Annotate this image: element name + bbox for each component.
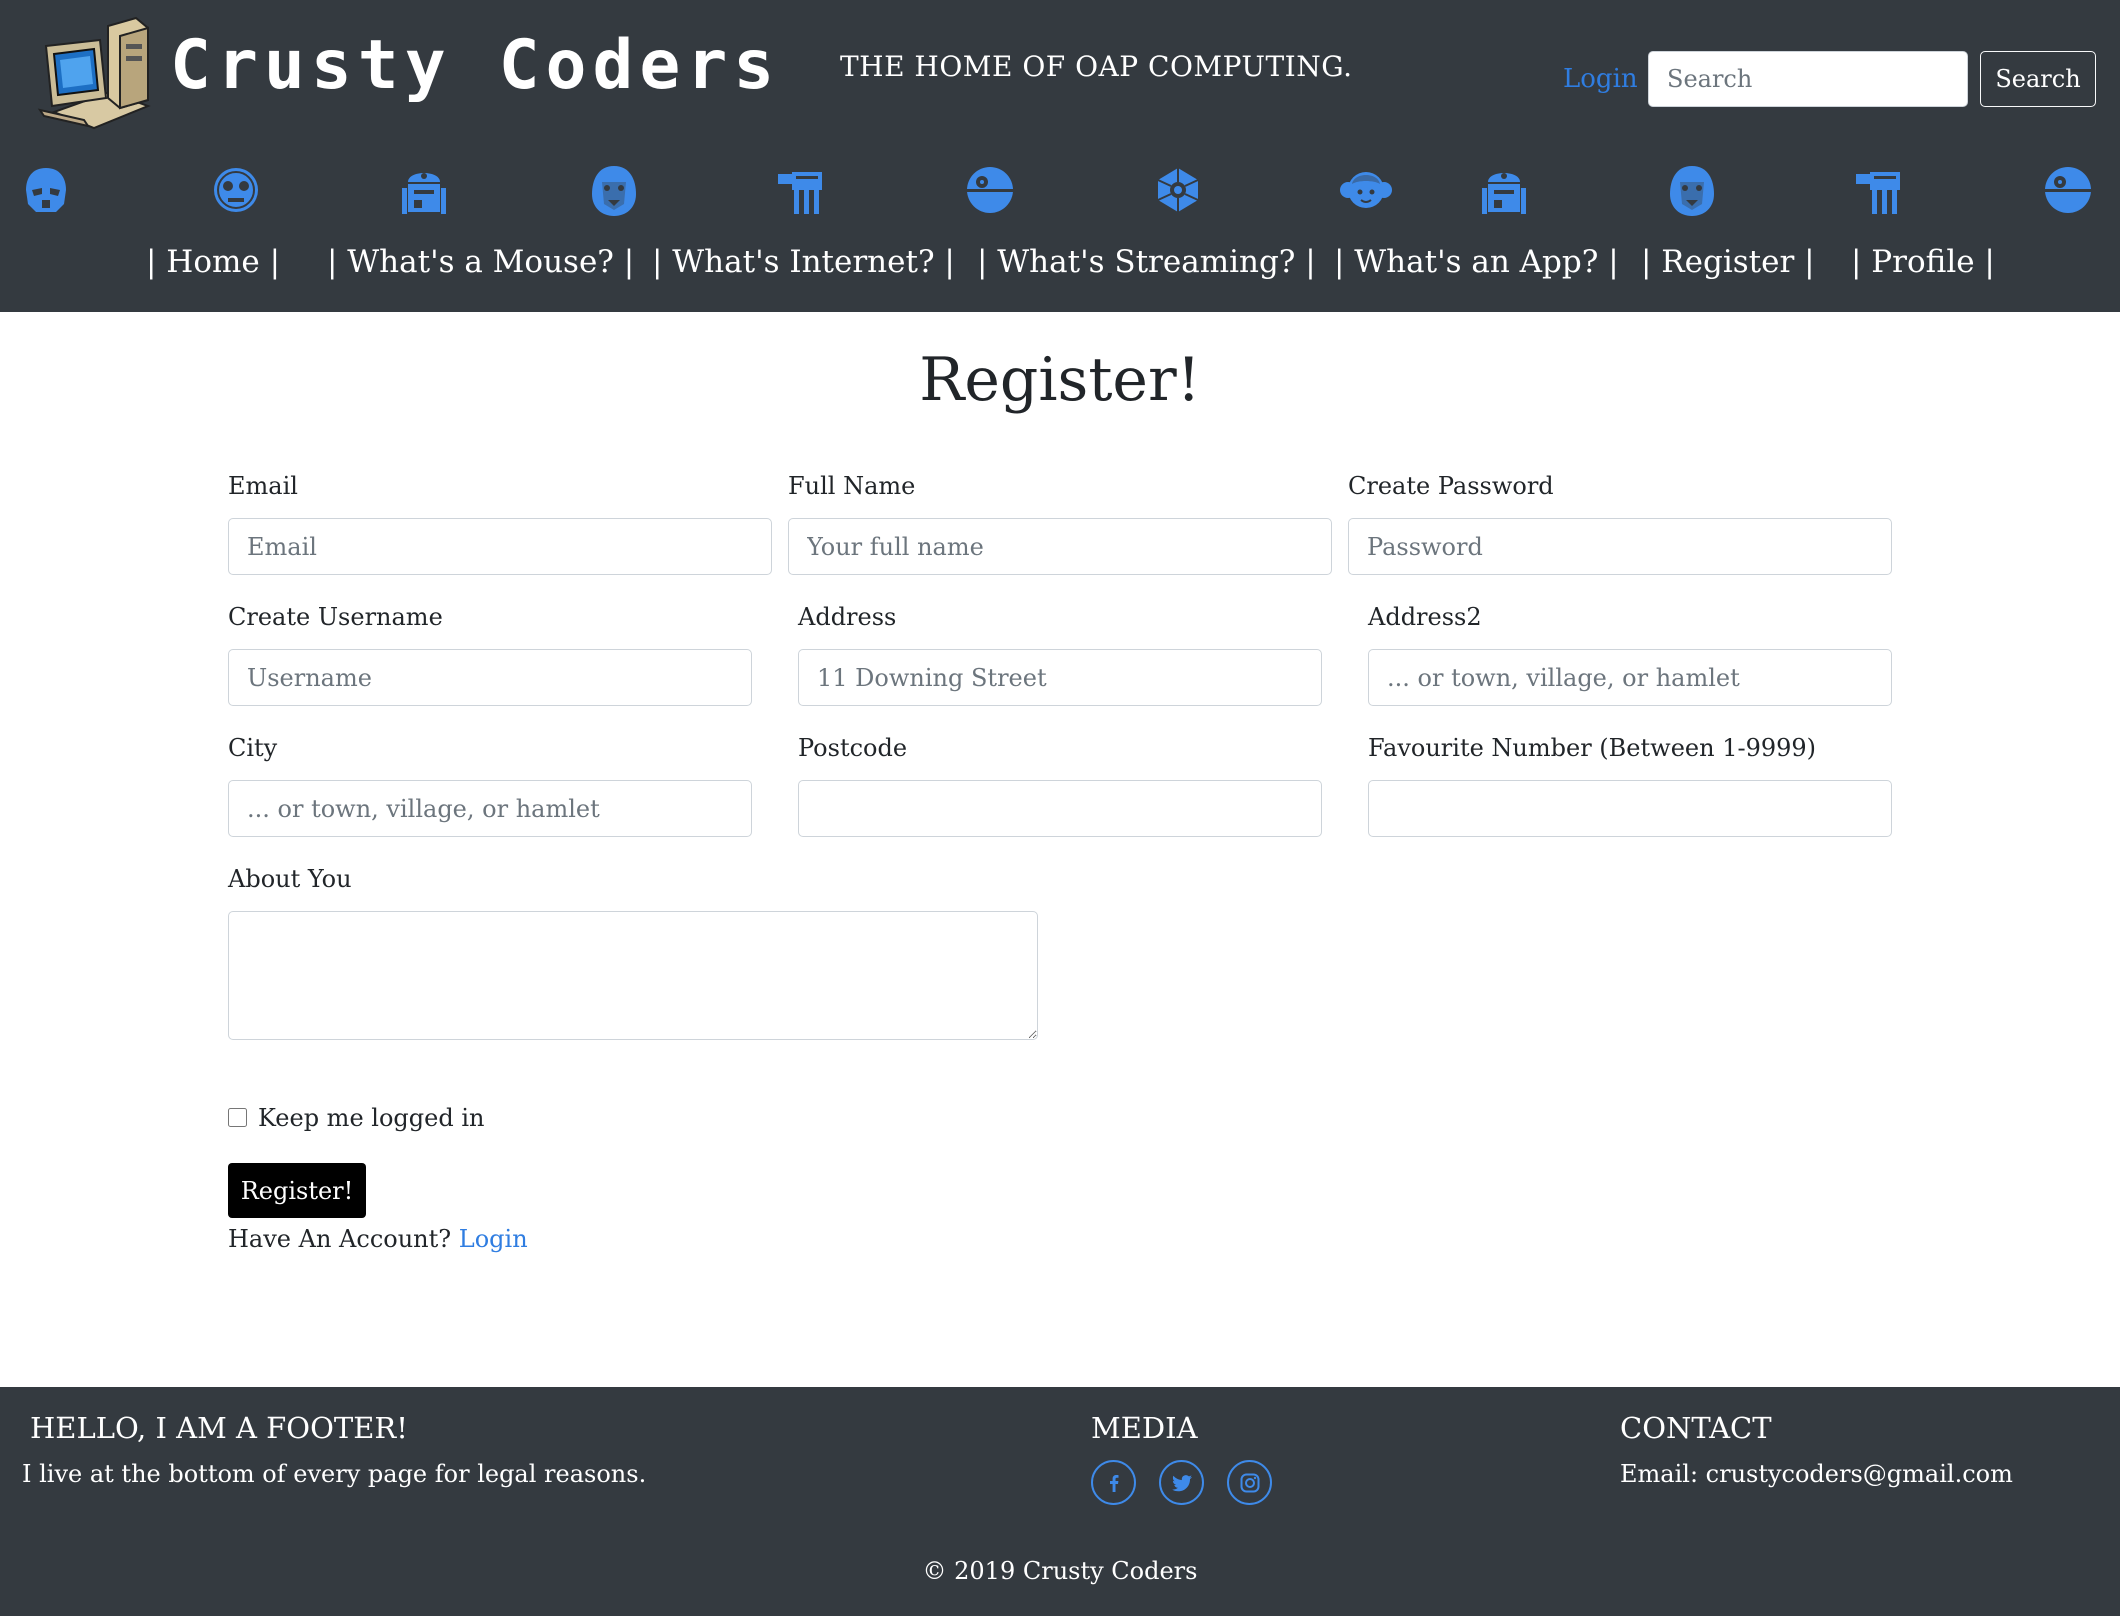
email-label: Email: [228, 472, 298, 500]
keep-logged-in-label[interactable]: Keep me logged in: [258, 1104, 484, 1132]
site-footer: HELLO, I AM A FOOTER! I live at the bott…: [0, 1387, 2120, 1616]
nav-item-home[interactable]: | Home |: [146, 244, 280, 280]
nav-item-whats-an-app[interactable]: | What's an App? |: [1334, 244, 1619, 280]
computer-logo-icon[interactable]: [36, 16, 156, 136]
password-field[interactable]: [1348, 518, 1892, 575]
form-login-link[interactable]: Login: [459, 1225, 528, 1253]
about-label: About You: [228, 865, 352, 893]
search-button[interactable]: Search: [1980, 51, 2096, 107]
twitter-icon[interactable]: [1159, 1460, 1204, 1505]
chewbacca-icon: [588, 160, 640, 220]
at-at-icon: [776, 160, 828, 220]
nav-item-whats-a-mouse[interactable]: | What's a Mouse? |: [327, 244, 634, 280]
stormtrooper-icon: [20, 160, 72, 220]
address-label: Address: [798, 603, 897, 631]
address-field[interactable]: [798, 649, 1322, 706]
have-account-row: Have An Account? Login: [228, 1225, 528, 1253]
nav-item-register[interactable]: | Register |: [1641, 244, 1815, 280]
have-account-text: Have An Account?: [228, 1225, 452, 1253]
full-name-field[interactable]: [788, 518, 1332, 575]
header-login-link[interactable]: Login: [1563, 64, 1638, 94]
nav-item-whats-internet[interactable]: | What's Internet? |: [652, 244, 955, 280]
email-field[interactable]: [228, 518, 772, 575]
search-input[interactable]: [1648, 51, 1968, 107]
page-title: Register!: [919, 345, 1201, 415]
chewbacca-icon: [1666, 160, 1718, 220]
full-name-label: Full Name: [788, 472, 916, 500]
main-nav: | Home | | What's a Mouse? | | What's In…: [0, 244, 2120, 294]
postcode-label: Postcode: [798, 734, 908, 762]
postcode-field[interactable]: [798, 780, 1322, 837]
r2d2-icon: [1478, 160, 1530, 220]
facebook-icon[interactable]: [1091, 1460, 1136, 1505]
c3po-icon: [210, 160, 262, 220]
address2-field[interactable]: [1368, 649, 1892, 706]
nav-item-profile[interactable]: | Profile |: [1851, 244, 1995, 280]
city-field[interactable]: [228, 780, 752, 837]
about-textarea[interactable]: [228, 911, 1038, 1040]
username-label: Create Username: [228, 603, 443, 631]
password-label: Create Password: [1348, 472, 1554, 500]
media-heading: MEDIA: [1091, 1411, 1198, 1445]
death-star-icon: [2042, 160, 2094, 220]
city-label: City: [228, 734, 278, 762]
site-header: Crusty Coders THE HOME OF OAP COMPUTING.…: [0, 0, 2120, 312]
site-tagline: THE HOME OF OAP COMPUTING.: [840, 50, 1353, 83]
tie-fighter-icon: [1152, 160, 1204, 220]
site-brand[interactable]: Crusty Coders: [170, 26, 780, 105]
at-at-icon: [1854, 160, 1906, 220]
keep-logged-in-checkbox[interactable]: [228, 1108, 247, 1127]
address2-label: Address2: [1368, 603, 1482, 631]
footer-text: I live at the bottom of every page for l…: [22, 1460, 647, 1488]
death-star-icon: [964, 160, 1016, 220]
username-field[interactable]: [228, 649, 752, 706]
register-button[interactable]: Register!: [228, 1163, 366, 1218]
nav-item-whats-streaming[interactable]: | What's Streaming? |: [977, 244, 1316, 280]
star-wars-icon-row: [0, 160, 2120, 220]
leia-icon: [1340, 160, 1392, 220]
favourite-number-field[interactable]: [1368, 780, 1892, 837]
copyright: © 2019 Crusty Coders: [922, 1557, 1198, 1585]
r2d2-icon: [398, 160, 450, 220]
favourite-number-label: Favourite Number (Between 1-9999): [1368, 734, 1817, 762]
contact-heading: CONTACT: [1620, 1411, 1772, 1445]
contact-email: Email: crustycoders@gmail.com: [1620, 1460, 2013, 1488]
footer-heading: HELLO, I AM A FOOTER!: [30, 1411, 408, 1445]
instagram-icon[interactable]: [1227, 1460, 1272, 1505]
